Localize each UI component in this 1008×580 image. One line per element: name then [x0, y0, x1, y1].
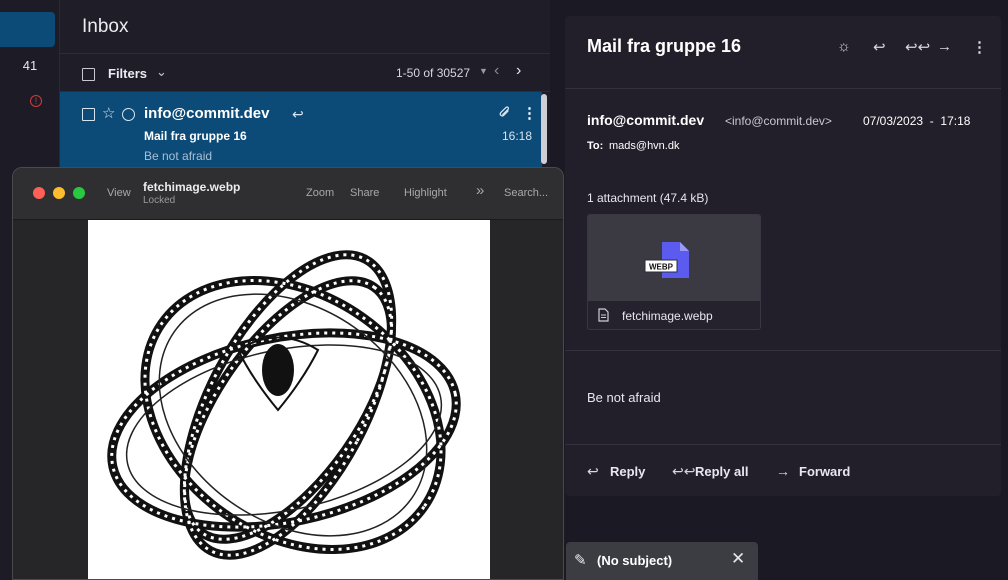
select-all-checkbox[interactable] — [82, 68, 95, 81]
preview-toolbar: View fetchimage.webp Locked Zoom Share H… — [13, 168, 563, 220]
alert-circle-icon[interactable]: ! — [30, 95, 42, 107]
close-icon[interactable]: ✕ — [731, 549, 745, 569]
replied-icon: ↩ — [292, 106, 304, 122]
more-icon[interactable]: ⋮ — [972, 38, 987, 56]
row-sender: info@commit.dev — [144, 105, 270, 122]
compose-icon: ✎ — [574, 552, 587, 569]
minimize-window-button[interactable] — [53, 187, 65, 199]
draft-tab[interactable]: ✎ (No subject) ✕ — [566, 542, 758, 580]
to-address[interactable]: mads@hvn.dk — [609, 140, 679, 152]
attachment-card[interactable]: WEBP fetchimage.webp — [587, 214, 761, 330]
divider — [565, 444, 1001, 445]
window-title: fetchimage.webp — [143, 180, 241, 194]
reply-action-icon[interactable]: ↩ — [587, 463, 599, 480]
next-page-icon[interactable]: › — [516, 62, 521, 80]
list-scrollbar[interactable] — [541, 94, 547, 164]
attachment-footer[interactable]: fetchimage.webp — [588, 301, 760, 329]
armillary-drawing — [107, 250, 461, 560]
reply-all-button[interactable]: Reply all — [695, 464, 748, 479]
forward-button[interactable]: Forward — [799, 464, 850, 479]
read-status-icon[interactable] — [122, 108, 135, 121]
message-date: 07/03/2023 - 17:18 — [863, 114, 971, 128]
share-button[interactable]: Share — [350, 187, 379, 199]
theme-sun-icon[interactable]: ☼ — [837, 38, 851, 55]
row-more-icon[interactable]: ⋮ — [522, 104, 537, 122]
document-icon — [598, 308, 609, 325]
pagination-range[interactable]: 1-50 of 30527 — [396, 66, 470, 80]
message-row-selected[interactable]: ☆ info@commit.dev ↩ ⋮ Mail fra gruppe 16… — [60, 92, 542, 167]
attachment-filename[interactable]: fetchimage.webp — [622, 309, 713, 323]
zoom-window-button[interactable] — [73, 187, 85, 199]
divider — [565, 88, 1001, 89]
from-name[interactable]: info@commit.dev — [587, 112, 704, 128]
divider — [60, 53, 550, 54]
row-time: 16:18 — [502, 129, 533, 143]
draft-label[interactable]: (No subject) — [597, 553, 672, 568]
reply-all-icon[interactable]: ↩↩ — [905, 38, 930, 56]
caret-down-icon[interactable]: ▼ — [479, 66, 488, 76]
reading-pane: Mail fra gruppe 16 ☼ ↩ ↩↩ → ⋮ info@commi… — [565, 16, 1001, 496]
nav-unread-count[interactable]: 41 — [0, 58, 60, 73]
attachment-icon — [498, 105, 511, 123]
inbox-title: Inbox — [82, 16, 129, 37]
view-menu-button[interactable]: View — [107, 187, 131, 199]
attachment-thumbnail[interactable]: WEBP — [588, 215, 760, 301]
file-type-badge: WEBP — [649, 263, 674, 272]
previous-page-icon[interactable]: ‹ — [494, 62, 499, 80]
forward-action-icon[interactable]: → — [776, 463, 790, 479]
preview-image[interactable] — [88, 220, 490, 579]
reply-button[interactable]: Reply — [610, 464, 645, 479]
chevron-down-icon[interactable]: ⌄ — [156, 64, 167, 80]
row-checkbox[interactable] — [82, 108, 95, 121]
preview-canvas — [13, 220, 563, 579]
from-address: <info@commit.dev> — [725, 114, 832, 128]
reply-all-action-icon[interactable]: ↩↩ — [672, 463, 695, 480]
filters-button[interactable]: Filters — [108, 66, 147, 81]
star-icon[interactable]: ☆ — [102, 104, 115, 122]
lock-status[interactable]: Locked — [143, 195, 175, 206]
to-label: To: — [587, 140, 604, 152]
attachment-count: 1 attachment (47.4 kB) — [587, 191, 709, 205]
reply-icon[interactable]: ↩ — [873, 38, 886, 56]
close-window-button[interactable] — [33, 187, 45, 199]
row-subject: Mail fra gruppe 16 — [144, 129, 247, 143]
webp-file-icon: WEBP — [644, 242, 689, 278]
nav-item-active[interactable] — [0, 12, 55, 47]
divider — [565, 350, 1001, 351]
message-subject: Mail fra gruppe 16 — [587, 36, 742, 56]
preview-window[interactable]: View fetchimage.webp Locked Zoom Share H… — [12, 167, 564, 580]
forward-icon[interactable]: → — [937, 38, 952, 55]
chevron-double-right-icon[interactable]: » — [476, 182, 484, 199]
message-body: Be not afraid — [587, 390, 661, 405]
search-field[interactable]: Search... — [504, 187, 548, 199]
row-preview: Be not afraid — [144, 149, 213, 163]
zoom-button[interactable]: Zoom — [306, 187, 334, 199]
highlight-button[interactable]: Highlight — [404, 187, 447, 199]
